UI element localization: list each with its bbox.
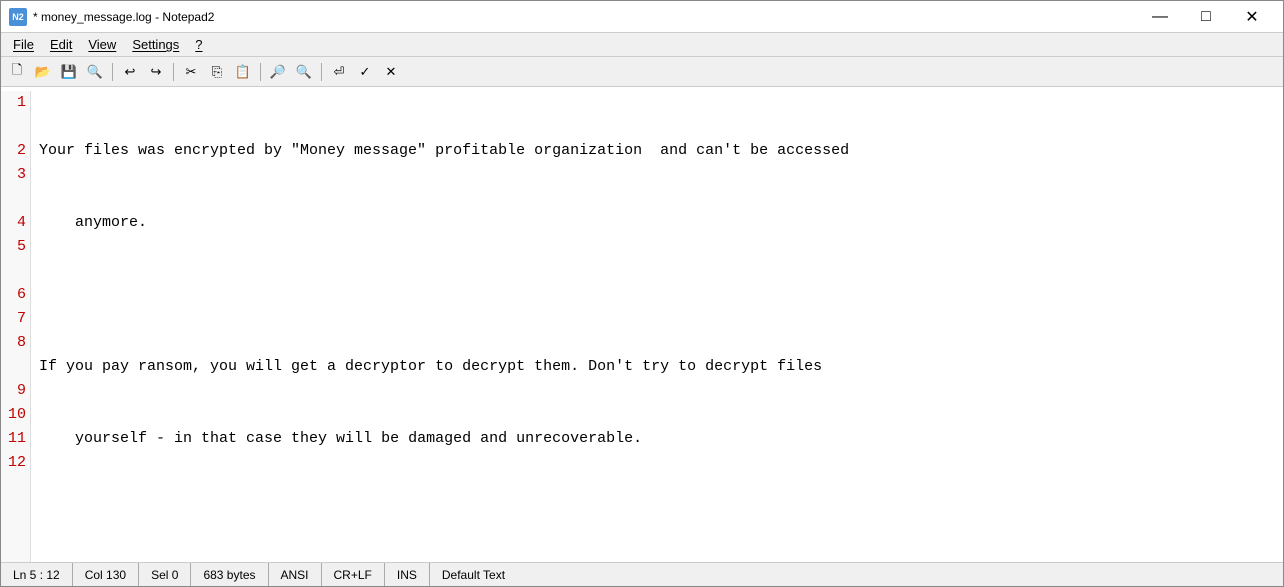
editor-content: 1 2 3 4 5 6 7 8 9 10 11 12 Your files wa… xyxy=(1,87,1283,562)
minimize-button[interactable]: — xyxy=(1137,1,1183,33)
window-title: * money_message.log - Notepad2 xyxy=(33,10,1137,24)
line-4 xyxy=(39,499,1275,523)
title-bar: N2 * money_message.log - Notepad2 — □ ✕ xyxy=(1,1,1283,33)
toolbar-zoomin[interactable]: 🔎 xyxy=(266,61,290,83)
toolbar-zoomout[interactable]: 🔍 xyxy=(292,61,316,83)
toolbar-save[interactable]: 💾 xyxy=(57,61,81,83)
line-3-cont: yourself - in that case they will be dam… xyxy=(39,427,1275,451)
menu-view[interactable]: View xyxy=(80,35,124,54)
code-content[interactable]: Your files was encrypted by "Money messa… xyxy=(31,91,1283,562)
menu-file[interactable]: File xyxy=(5,35,42,54)
toolbar-find[interactable]: 🔍 xyxy=(83,61,107,83)
toolbar-new[interactable]: 🗋 xyxy=(5,61,29,83)
status-bar: Ln 5 : 12 Col 130 Sel 0 683 bytes ANSI C… xyxy=(1,562,1283,586)
toolbar-undo[interactable]: ↩ xyxy=(118,61,142,83)
close-button[interactable]: ✕ xyxy=(1229,1,1275,33)
toolbar-open[interactable]: 📂 xyxy=(31,61,55,83)
line-1: Your files was encrypted by "Money messa… xyxy=(39,139,1275,163)
toolbar-sep-2 xyxy=(173,63,174,81)
status-position: Ln 5 : 12 xyxy=(9,563,73,586)
status-scheme: Default Text xyxy=(430,563,517,586)
toolbar: 🗋 📂 💾 🔍 ↩ ↪ ✂ ⎘ 📋 🔎 🔍 ⏎ ✓ ✕ xyxy=(1,57,1283,87)
status-line-ending: CR+LF xyxy=(322,563,385,586)
status-sel: Sel 0 xyxy=(139,563,191,586)
toolbar-redo[interactable]: ↪ xyxy=(144,61,168,83)
toolbar-sep-4 xyxy=(321,63,322,81)
line-1-cont: anymore. xyxy=(39,211,1275,235)
toolbar-check[interactable]: ✓ xyxy=(353,61,377,83)
toolbar-cut[interactable]: ✂ xyxy=(179,61,203,83)
menu-settings[interactable]: Settings xyxy=(124,35,187,54)
line-numbers: 1 2 3 4 5 6 7 8 9 10 11 12 xyxy=(1,91,31,562)
toolbar-copy[interactable]: ⎘ xyxy=(205,61,229,83)
line-3: If you pay ransom, you will get a decryp… xyxy=(39,355,1275,379)
line-2 xyxy=(39,283,1275,307)
toolbar-wrap[interactable]: ⏎ xyxy=(327,61,351,83)
main-window: N2 * money_message.log - Notepad2 — □ ✕ … xyxy=(0,0,1284,587)
status-size: 683 bytes xyxy=(191,563,268,586)
toolbar-paste[interactable]: 📋 xyxy=(231,61,255,83)
status-col: Col 130 xyxy=(73,563,139,586)
menu-help[interactable]: ? xyxy=(187,35,210,54)
status-mode: INS xyxy=(385,563,430,586)
app-icon: N2 xyxy=(9,8,27,26)
maximize-button[interactable]: □ xyxy=(1183,1,1229,33)
toolbar-sep-1 xyxy=(112,63,113,81)
editor-area[interactable]: 1 2 3 4 5 6 7 8 9 10 11 12 Your files wa… xyxy=(1,87,1283,562)
menu-bar: File Edit View Settings ? xyxy=(1,33,1283,57)
toolbar-x[interactable]: ✕ xyxy=(379,61,403,83)
window-controls: — □ ✕ xyxy=(1137,1,1275,33)
status-encoding: ANSI xyxy=(269,563,322,586)
menu-edit[interactable]: Edit xyxy=(42,35,80,54)
toolbar-sep-3 xyxy=(260,63,261,81)
